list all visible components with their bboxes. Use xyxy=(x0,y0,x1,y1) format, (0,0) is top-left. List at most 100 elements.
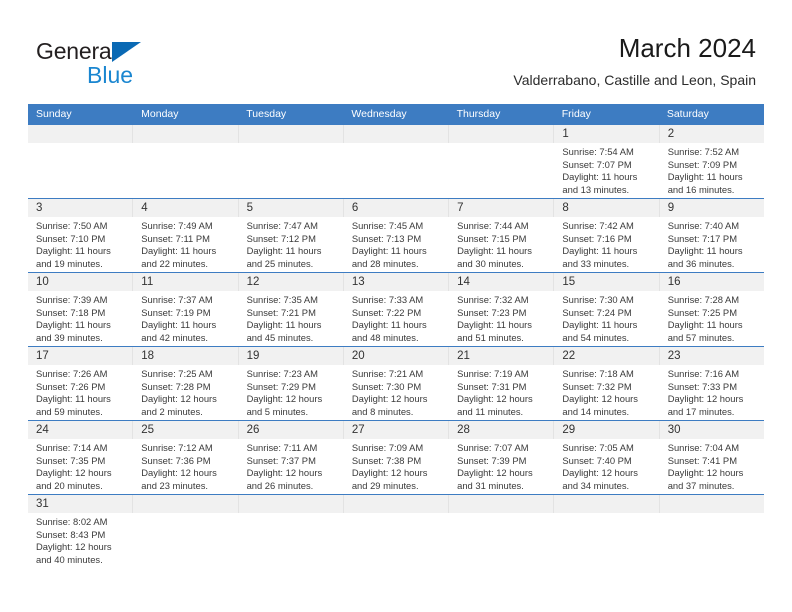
weekday-header-saturday: Saturday xyxy=(666,108,709,120)
daylight-text-line2: and 11 minutes. xyxy=(457,405,524,417)
day-cell[interactable]: Sunrise: 7:16 AM Sunset: 7:33 PM Daylight:… xyxy=(658,365,764,420)
day-number[interactable]: 26 xyxy=(237,421,343,439)
sunset-text: Sunset: 7:33 PM xyxy=(667,380,737,392)
sunset-text: Sunset: 7:21 PM xyxy=(246,306,316,318)
day-number[interactable]: 31 xyxy=(28,495,132,513)
day-number[interactable]: 23 xyxy=(658,347,764,365)
day-number[interactable]: 15 xyxy=(553,273,658,291)
day-number[interactable]: 22 xyxy=(553,347,658,365)
day-number[interactable]: 21 xyxy=(448,347,553,365)
daylight-text-line1: Daylight: 12 hours xyxy=(36,467,112,479)
daylight-text-line2: and 25 minutes. xyxy=(246,257,314,269)
day-number[interactable]: 12 xyxy=(237,273,343,291)
day-number[interactable]: 5 xyxy=(237,199,343,217)
day-cell[interactable]: Sunrise: 7:23 AM Sunset: 7:29 PM Daylight:… xyxy=(237,365,343,420)
day-cell[interactable]: Sunrise: 7:14 AM Sunset: 7:35 PM Daylight:… xyxy=(28,439,132,494)
day-cell[interactable]: Sunrise: 7:44 AM Sunset: 7:15 PM Daylight:… xyxy=(448,217,553,272)
logo-triangle-icon xyxy=(112,42,141,62)
day-cell[interactable]: Sunrise: 7:54 AM Sunset: 7:07 PM Daylight:… xyxy=(553,143,658,198)
sunrise-text: Sunrise: 7:40 AM xyxy=(667,220,740,231)
day-number[interactable]: 13 xyxy=(342,273,448,291)
daylight-text-line2: and 31 minutes. xyxy=(457,479,524,491)
day-number[interactable]: 11 xyxy=(132,273,237,291)
day-cell[interactable]: Sunrise: 7:33 AM Sunset: 7:22 PM Daylight:… xyxy=(342,291,448,346)
daylight-text-line2: and 28 minutes. xyxy=(351,257,419,269)
daylight-text-line1: Daylight: 11 hours xyxy=(36,393,111,405)
day-cell[interactable]: Sunrise: 7:35 AM Sunset: 7:21 PM Daylight:… xyxy=(237,291,343,346)
day-number[interactable]: 30 xyxy=(658,421,764,439)
day-cell[interactable]: Sunrise: 7:05 AM Sunset: 7:40 PM Daylight:… xyxy=(553,439,658,494)
day-cell[interactable]: Sunrise: 7:28 AM Sunset: 7:25 PM Daylight:… xyxy=(658,291,764,346)
day-number[interactable]: 9 xyxy=(658,199,764,217)
day-number-empty xyxy=(237,495,343,513)
day-number[interactable]: 18 xyxy=(132,347,237,365)
day-number[interactable]: 16 xyxy=(658,273,764,291)
day-cell-empty xyxy=(132,513,237,575)
day-cell[interactable]: Sunrise: 8:02 AM Sunset: 8:43 PM Daylight:… xyxy=(28,513,132,575)
calendar-week-row: 10 11 12 13 14 15 16 Sunrise: 7:39 AM Sunset: 7:… xyxy=(28,272,764,346)
daylight-text-line1: Daylight: 11 hours xyxy=(351,245,427,257)
daylight-text-line1: Daylight: 12 hours xyxy=(141,393,217,405)
daylight-text-line2: and 16 minutes. xyxy=(667,183,735,195)
day-number[interactable]: 24 xyxy=(28,421,132,439)
day-cell[interactable]: Sunrise: 7:19 AM Sunset: 7:31 PM Daylight:… xyxy=(448,365,553,420)
day-number-band: 10 11 12 13 14 15 16 xyxy=(28,273,764,291)
day-number[interactable]: 28 xyxy=(448,421,553,439)
sunrise-text: Sunrise: 8:02 AM xyxy=(36,516,108,527)
day-number[interactable]: 8 xyxy=(553,199,658,217)
day-number[interactable]: 27 xyxy=(342,421,448,439)
daylight-text-line2: and 19 minutes. xyxy=(36,257,103,269)
daylight-text-line2: and 26 minutes. xyxy=(246,479,314,491)
day-number[interactable]: 29 xyxy=(553,421,658,439)
sunset-text: Sunset: 7:18 PM xyxy=(36,306,106,318)
day-cell[interactable]: Sunrise: 7:49 AM Sunset: 7:11 PM Daylight:… xyxy=(132,217,237,272)
sunrise-text: Sunrise: 7:37 AM xyxy=(141,294,213,305)
day-number[interactable]: 4 xyxy=(132,199,237,217)
day-cell[interactable]: Sunrise: 7:12 AM Sunset: 7:36 PM Daylight:… xyxy=(132,439,237,494)
day-cell[interactable]: Sunrise: 7:47 AM Sunset: 7:12 PM Daylight:… xyxy=(237,217,343,272)
day-cell[interactable]: Sunrise: 7:50 AM Sunset: 7:10 PM Daylight:… xyxy=(28,217,132,272)
sunset-text: Sunset: 7:16 PM xyxy=(562,232,632,244)
day-number[interactable]: 14 xyxy=(448,273,553,291)
day-number[interactable]: 7 xyxy=(448,199,553,217)
weekday-header-monday: Monday xyxy=(141,108,179,120)
day-cell[interactable]: Sunrise: 7:45 AM Sunset: 7:13 PM Daylight:… xyxy=(342,217,448,272)
daylight-text-line2: and 8 minutes. xyxy=(351,405,414,417)
day-cell[interactable]: Sunrise: 7:52 AM Sunset: 7:09 PM Daylight:… xyxy=(658,143,764,198)
day-cell[interactable]: Sunrise: 7:32 AM Sunset: 7:23 PM Daylight:… xyxy=(448,291,553,346)
day-number[interactable]: 19 xyxy=(237,347,343,365)
daylight-text-line2: and 5 minutes. xyxy=(246,405,309,417)
day-number[interactable]: 25 xyxy=(132,421,237,439)
day-cell[interactable]: Sunrise: 7:04 AM Sunset: 7:41 PM Daylight:… xyxy=(658,439,764,494)
day-cell-empty xyxy=(448,513,553,575)
day-cell[interactable]: Sunrise: 7:11 AM Sunset: 7:37 PM Daylight:… xyxy=(237,439,343,494)
day-cell[interactable]: Sunrise: 7:26 AM Sunset: 7:26 PM Daylight:… xyxy=(28,365,132,420)
sunrise-text: Sunrise: 7:14 AM xyxy=(36,442,108,453)
sunset-text: Sunset: 7:38 PM xyxy=(351,454,422,466)
day-number[interactable]: 2 xyxy=(658,125,764,143)
sunrise-text: Sunrise: 7:21 AM xyxy=(351,368,424,379)
day-number[interactable]: 3 xyxy=(28,199,132,217)
day-cell[interactable]: Sunrise: 7:42 AM Sunset: 7:16 PM Daylight:… xyxy=(553,217,658,272)
day-cell[interactable]: Sunrise: 7:25 AM Sunset: 7:28 PM Daylight:… xyxy=(132,365,237,420)
daylight-text-line2: and 23 minutes. xyxy=(141,479,208,491)
day-cell[interactable]: Sunrise: 7:07 AM Sunset: 7:39 PM Daylight:… xyxy=(448,439,553,494)
page-subtitle: Valderrabano, Castille and Leon, Spain xyxy=(513,72,756,88)
day-cell[interactable]: Sunrise: 7:21 AM Sunset: 7:30 PM Daylight:… xyxy=(342,365,448,420)
sunrise-text: Sunrise: 7:28 AM xyxy=(667,294,740,305)
calendar-week-row: 17 18 19 20 21 22 23 Sunrise: 7:26 AM Sunset: 7:… xyxy=(28,346,764,420)
day-cell[interactable]: Sunrise: 7:40 AM Sunset: 7:17 PM Daylight:… xyxy=(658,217,764,272)
day-cell[interactable]: Sunrise: 7:09 AM Sunset: 7:38 PM Daylight:… xyxy=(342,439,448,494)
sunrise-text: Sunrise: 7:25 AM xyxy=(141,368,213,379)
day-number[interactable]: 6 xyxy=(342,199,448,217)
day-cell[interactable]: Sunrise: 7:39 AM Sunset: 7:18 PM Daylight:… xyxy=(28,291,132,346)
day-number[interactable]: 20 xyxy=(342,347,448,365)
day-cell[interactable]: Sunrise: 7:18 AM Sunset: 7:32 PM Daylight:… xyxy=(553,365,658,420)
day-number[interactable]: 1 xyxy=(553,125,658,143)
daylight-text-line1: Daylight: 11 hours xyxy=(667,319,743,331)
day-number[interactable]: 10 xyxy=(28,273,132,291)
general-blue-logo[interactable]: General Blue xyxy=(36,38,236,90)
day-cell[interactable]: Sunrise: 7:30 AM Sunset: 7:24 PM Daylight:… xyxy=(553,291,658,346)
day-cell[interactable]: Sunrise: 7:37 AM Sunset: 7:19 PM Daylight:… xyxy=(132,291,237,346)
day-number[interactable]: 17 xyxy=(28,347,132,365)
